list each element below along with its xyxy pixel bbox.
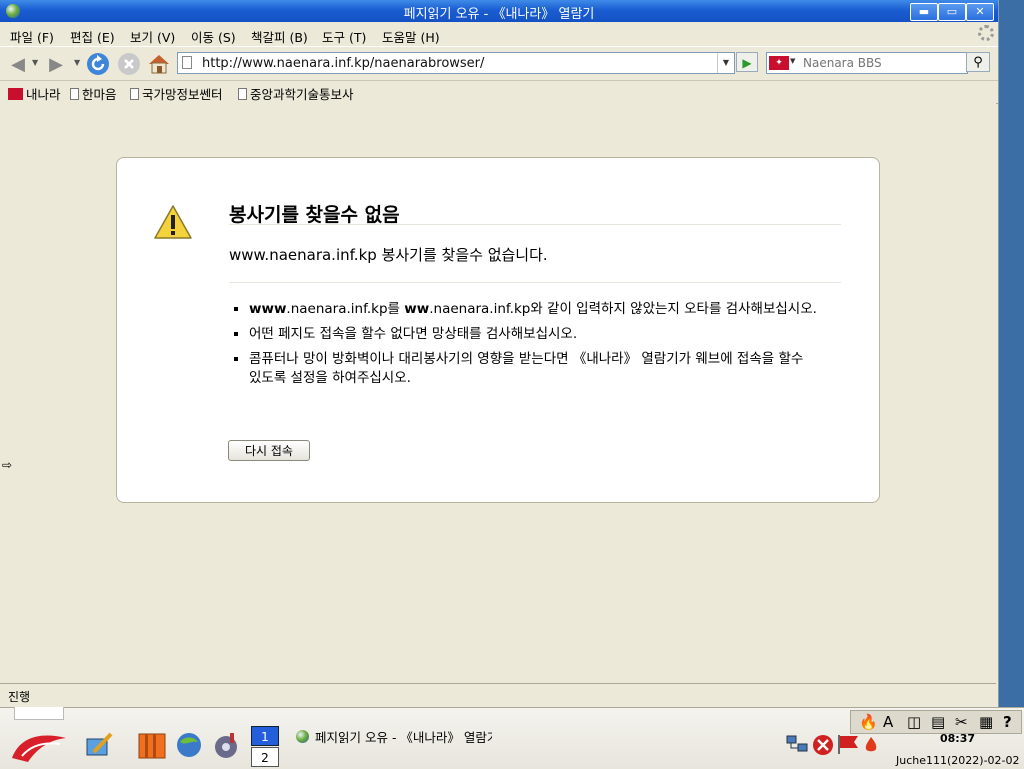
task-title: 페지읽기 오유 - 《내나라》 열람기 (315, 729, 492, 745)
home-icon (149, 55, 169, 74)
bookmark-label: 중앙과학기술통보사 (250, 87, 354, 102)
office-launcher-icon[interactable] (137, 730, 167, 760)
fire-icon[interactable]: 🔥 (859, 713, 878, 731)
text-editor-launcher-icon[interactable] (84, 730, 114, 760)
bookmark-label: 국가망정보쎈터 (142, 87, 223, 102)
back-arrow-icon[interactable]: ◀ (6, 52, 30, 76)
list-item: 콤퓨터나 망이 방화벽이나 대리봉사기의 영향을 받는다면 《내나라》 열람기가… (249, 350, 819, 388)
bookmark-label: 한마음 (82, 87, 117, 102)
tools-icon[interactable]: ✂ (955, 713, 968, 731)
suggestion-list: www.naenara.inf.kp를 ww.naenara.inf.kp와 같… (229, 300, 819, 394)
stop-button[interactable] (117, 52, 141, 76)
forward-history-dropdown-icon[interactable]: ▼ (74, 58, 80, 67)
title-bar[interactable]: 페지읽기 오유 - 《내나라》 열람기 ▬ ▭ ✕ (0, 0, 998, 22)
back-history-dropdown-icon[interactable]: ▼ (32, 58, 38, 67)
list-item: www.naenara.inf.kp를 ww.naenara.inf.kp와 같… (249, 300, 819, 319)
panel-hide-tab[interactable] (14, 707, 64, 720)
menu-go[interactable]: 이동 (S) (191, 27, 236, 46)
page-icon (70, 87, 79, 100)
status-bar: 진행 (0, 683, 996, 706)
list-item: 어떤 페지도 접속을 할수 없다면 망상태를 검사해보십시오. (249, 325, 819, 344)
document-icon[interactable]: ▤ (931, 713, 945, 731)
minimize-button[interactable]: ▬ (910, 3, 938, 21)
reload-icon (87, 53, 109, 75)
flag-icon[interactable] (836, 734, 860, 754)
address-bar[interactable]: http://www.naenara.inf.kp/naenarabrowser… (177, 52, 735, 74)
search-input[interactable] (801, 55, 965, 71)
taskbar: 1 2 페지읽기 오유 - 《내나라》 열람기 🔥 A ◫ ▤ ✂ ▦ ? 08… (0, 707, 1024, 769)
task-browser-window[interactable]: 페지읽기 오유 - 《내나라》 열람기 (296, 726, 492, 746)
error-description: www.naenara.inf.kp 봉사기를 찾을수 없습니다. (229, 244, 548, 265)
workspace-switcher[interactable]: 1 2 (251, 726, 279, 768)
browser-globe-icon (296, 729, 309, 743)
page-icon (182, 56, 192, 69)
naenara-flag-icon[interactable]: ✦ (769, 56, 789, 70)
forward-arrow-icon[interactable]: ▶ (44, 52, 68, 76)
font-icon[interactable]: A (883, 713, 893, 731)
start-menu-icon[interactable] (8, 728, 70, 766)
workspace-2[interactable]: 2 (251, 747, 279, 767)
bookmark-hanmaeum[interactable]: 한마음 (70, 84, 117, 103)
url-history-dropdown-icon[interactable]: ▼ (717, 53, 734, 73)
fire-icon[interactable] (864, 736, 878, 754)
divider (229, 224, 841, 225)
close-button[interactable]: ✕ (966, 3, 994, 21)
window-icon[interactable]: ◫ (907, 713, 921, 731)
emphasis: ww (404, 301, 430, 317)
clock[interactable]: 08:37 (940, 732, 975, 745)
page-content: 봉사기를 찾을수 없음 www.naenara.inf.kp 봉사기를 찾을수 … (0, 103, 996, 683)
search-engine-dropdown-icon[interactable]: ▼ (790, 57, 795, 65)
stop-icon (118, 53, 140, 75)
maximize-button[interactable]: ▭ (938, 3, 966, 21)
search-bar[interactable]: ✦ ▼ (766, 52, 968, 74)
try-again-button[interactable]: 다시 접속 (228, 440, 310, 461)
help-icon[interactable]: ? (1003, 713, 1012, 731)
date-display: Juche111(2022)-02-02 (896, 754, 1020, 767)
page-icon (130, 87, 139, 100)
error-description-text: 봉사기를 찾을수 없습니다. (376, 246, 548, 264)
browser-launcher-icon[interactable] (174, 730, 204, 760)
warning-icon (154, 205, 192, 239)
error-panel: 봉사기를 찾을수 없음 www.naenara.inf.kp 봉사기를 찾을수 … (116, 157, 880, 503)
search-magnifier-icon[interactable]: ⚲ (966, 52, 990, 72)
network-disconnected-icon[interactable] (812, 734, 834, 756)
home-button[interactable] (147, 52, 171, 76)
list-item-text: .naenara.inf.kp와 같이 입력하지 않았는지 오타를 검사해보십시… (429, 301, 817, 317)
bookmark-naenara[interactable]: 내나라 (8, 84, 61, 103)
calendar-icon[interactable]: ▦ (979, 713, 993, 731)
list-item-text: .naenara.inf.kp를 (286, 301, 405, 317)
naenara-flag-icon (8, 87, 23, 100)
status-text: 진행 (8, 690, 31, 704)
menu-bar: 파일 (F) 편집 (E) 보기 (V) 이동 (S) 책갈피 (B) 도구 (… (0, 22, 998, 46)
menu-tools[interactable]: 도구 (T) (322, 27, 366, 46)
window-title: 페지읽기 오유 - 《내나라》 열람기 (403, 7, 595, 22)
menu-view[interactable]: 보기 (V) (130, 27, 175, 46)
navigation-toolbar: ◀ ▼ ▶ ▼ http://www.naenara.inf.kp/naenar… (0, 46, 998, 80)
go-button[interactable]: ▶ (736, 52, 758, 72)
browser-window: 페지읽기 오유 - 《내나라》 열람기 ▬ ▭ ✕ 파일 (F) 편집 (E) … (0, 0, 999, 707)
address-input[interactable]: http://www.naenara.inf.kp/naenarabrowser… (202, 56, 484, 71)
mouse-cursor-icon: ⇨ (2, 458, 13, 472)
menu-help[interactable]: 도움말 (H) (382, 27, 440, 46)
emphasis: www (249, 301, 287, 317)
menu-file[interactable]: 파일 (F) (10, 27, 54, 46)
page-icon (238, 87, 247, 100)
throbber-icon (978, 25, 994, 41)
media-player-launcher-icon[interactable] (211, 730, 241, 760)
quick-launch-tray: 🔥 A ◫ ▤ ✂ ▦ ? (850, 710, 1022, 734)
list-item-text: 콤퓨터나 망이 방화벽이나 대리봉사기의 영향을 받는다면 《내나라》 열람기가… (249, 351, 804, 386)
network-icon[interactable] (786, 734, 808, 754)
bookmark-label: 내나라 (26, 87, 61, 102)
bookmarks-toolbar: 내나라 한마음 국가망정보쎈터 중앙과학기술통보사 (0, 80, 998, 104)
error-title: 봉사기를 찾을수 없음 (229, 204, 400, 226)
bookmark-central-science-news[interactable]: 중앙과학기술통보사 (238, 84, 354, 103)
workspace-1[interactable]: 1 (251, 726, 279, 746)
bookmark-national-network-center[interactable]: 국가망정보쎈터 (130, 84, 223, 103)
menu-edit[interactable]: 편집 (E) (70, 27, 115, 46)
menu-bookmarks[interactable]: 책갈피 (B) (251, 27, 308, 46)
reload-button[interactable] (86, 52, 110, 76)
list-item-text: 어떤 페지도 접속을 할수 없다면 망상태를 검사해보십시오. (249, 326, 578, 342)
error-host: www.naenara.inf.kp (229, 246, 377, 264)
divider (229, 282, 841, 283)
